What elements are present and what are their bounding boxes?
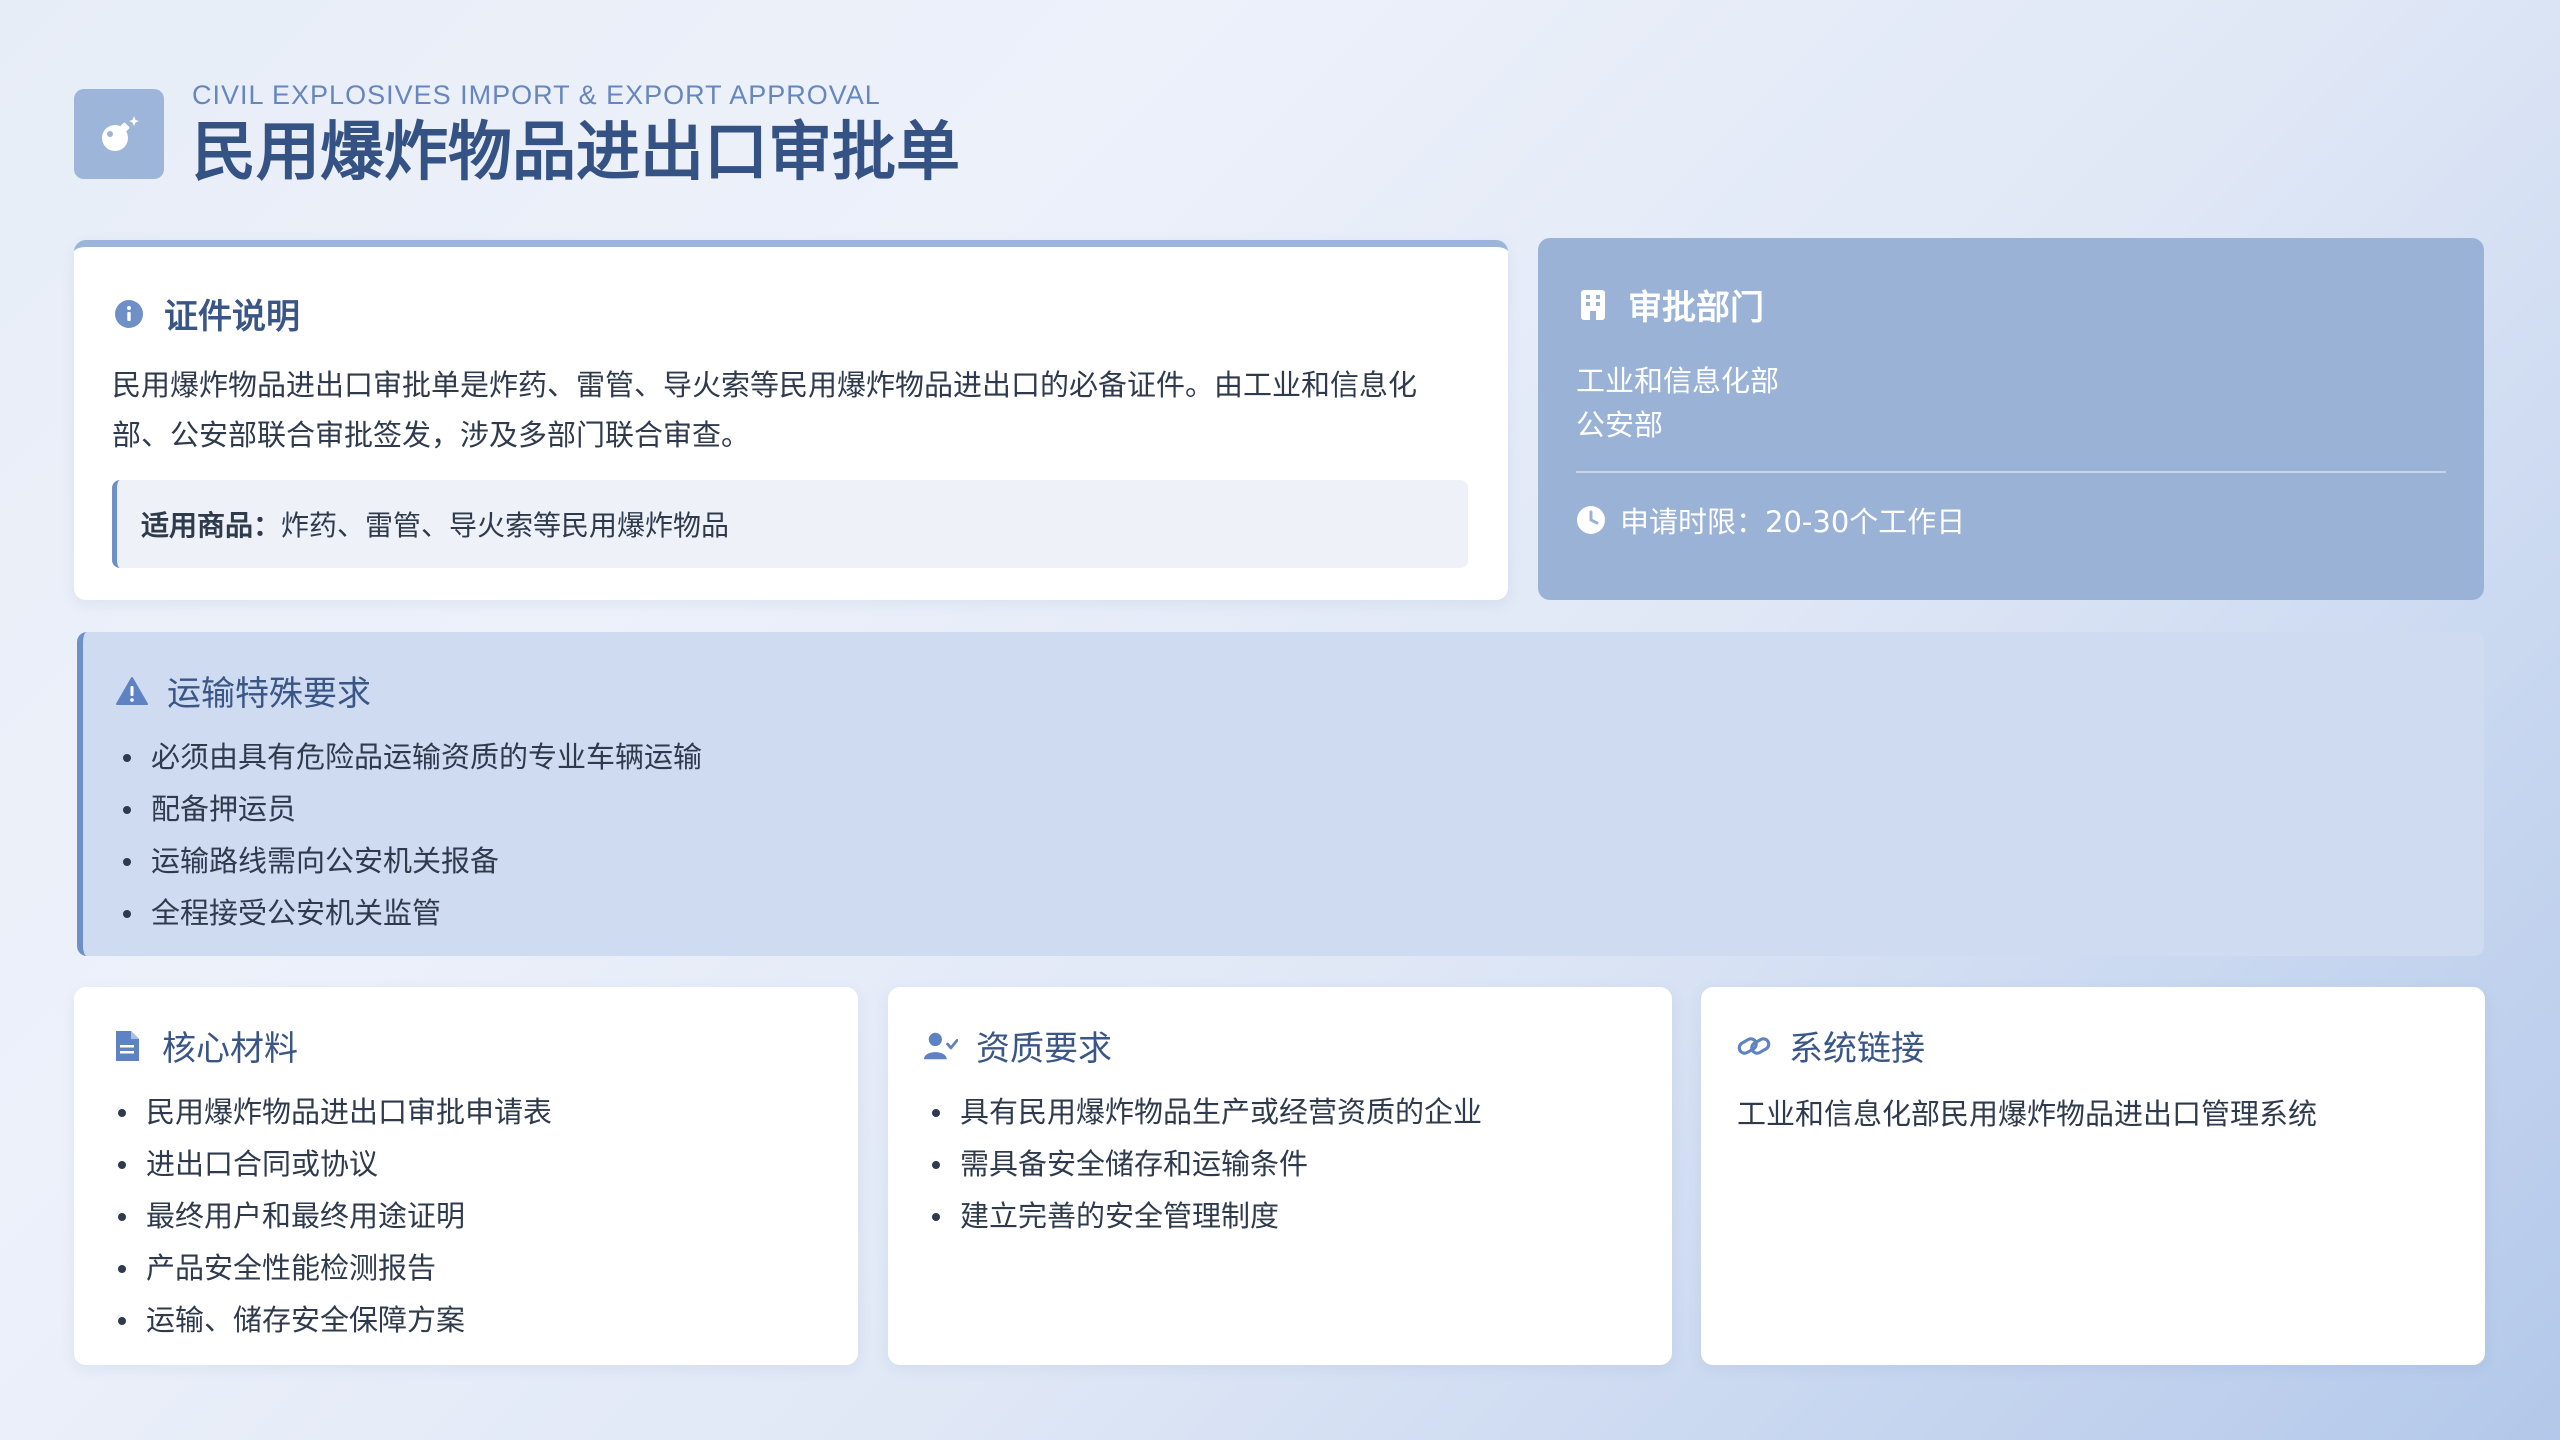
card-heading: 核心材料 — [110, 1021, 822, 1070]
card-heading: 系统链接 — [1737, 1021, 2449, 1070]
link-icon — [1737, 1029, 1771, 1063]
page-title: 民用爆炸物品进出口审批单 — [192, 116, 960, 190]
list-item: 民用爆炸物品进出口审批申请表 — [110, 1086, 822, 1138]
list-item: 具有民用爆炸物品生产或经营资质的企业 — [924, 1086, 1636, 1138]
list-item: 需具备安全储存和运输条件 — [924, 1138, 1636, 1190]
card-heading: 资质要求 — [924, 1021, 1636, 1070]
user-check-icon — [924, 1029, 958, 1063]
page-subtitle: CIVIL EXPLOSIVES IMPORT & EXPORT APPROVA… — [192, 80, 881, 110]
applicable-goods-box: 适用商品： 炸药、雷管、导火索等民用爆炸物品 — [112, 480, 1468, 568]
card-heading-text: 核心材料 — [162, 1029, 298, 1069]
card-heading-text: 运输特殊要求 — [167, 674, 371, 714]
transport-requirements-list: 必须由具有危险品运输资质的专业车辆运输 配备押运员 运输路线需向公安机关报备 全… — [115, 731, 2452, 939]
list-item: 运输路线需向公安机关报备 — [115, 835, 2452, 887]
bomb-icon — [102, 116, 139, 152]
card-heading: 审批部门 — [1576, 280, 2446, 329]
building-icon — [1576, 288, 1610, 322]
clock-icon — [1576, 505, 1606, 535]
department-name: 公安部 — [1576, 408, 1664, 442]
core-materials-list: 民用爆炸物品进出口审批申请表 进出口合同或协议 最终用户和最终用途证明 产品安全… — [110, 1086, 822, 1346]
card-heading: 证件说明 — [112, 289, 1470, 338]
description-paragraph: 民用爆炸物品进出口审批单是炸药、雷管、导火索等民用爆炸物品进出口的必备证件。由工… — [112, 368, 1418, 452]
core-materials-card: 核心材料 民用爆炸物品进出口审批申请表 进出口合同或协议 最终用户和最终用途证明… — [74, 987, 858, 1365]
card-heading-text: 系统链接 — [1789, 1029, 1925, 1069]
card-heading-text: 审批部门 — [1628, 288, 1764, 328]
system-link-text[interactable]: 工业和信息化部民用爆炸物品进出口管理系统 — [1737, 1092, 2449, 1136]
applicable-goods-label: 适用商品： — [141, 509, 282, 542]
certificate-description-card: 证件说明 民用爆炸物品进出口审批单是炸药、雷管、导火索等民用爆炸物品进出口的必备… — [74, 240, 1508, 600]
time-limit-value: 20-30个工作日 — [1765, 505, 1966, 539]
list-item: 运输、储存安全保障方案 — [110, 1294, 822, 1346]
list-item: 产品安全性能检测报告 — [110, 1242, 822, 1294]
transport-requirements-banner: 运输特殊要求 必须由具有危险品运输资质的专业车辆运输 配备押运员 运输路线需向公… — [77, 632, 2484, 956]
warning-icon — [115, 674, 149, 708]
qualification-requirements-list: 具有民用爆炸物品生产或经营资质的企业 需具备安全储存和运输条件 建立完善的安全管… — [924, 1086, 1636, 1242]
time-limit-label: 申请时限： — [1620, 505, 1766, 539]
list-item: 必须由具有危险品运输资质的专业车辆运输 — [115, 731, 2452, 783]
info-icon — [112, 297, 146, 331]
card-heading-text: 资质要求 — [976, 1029, 1112, 1069]
list-item: 建立完善的安全管理制度 — [924, 1190, 1636, 1242]
department-name: 工业和信息化部 — [1576, 364, 1780, 398]
card-heading-text: 证件说明 — [164, 297, 300, 337]
system-link-card: 系统链接 工业和信息化部民用爆炸物品进出口管理系统 — [1701, 987, 2485, 1365]
department-names: 工业和信息化部 公安部 — [1576, 359, 2446, 447]
application-time-limit: 申请时限： 20-30个工作日 — [1576, 499, 2446, 541]
list-item: 全程接受公安机关监管 — [115, 887, 2452, 939]
qualification-requirements-card: 资质要求 具有民用爆炸物品生产或经营资质的企业 需具备安全储存和运输条件 建立完… — [888, 987, 1672, 1365]
approval-department-card: 审批部门 工业和信息化部 公安部 申请时限： 20-30个工作日 — [1538, 238, 2484, 600]
document-icon — [110, 1029, 144, 1063]
list-item: 配备押运员 — [115, 783, 2452, 835]
card-heading: 运输特殊要求 — [115, 666, 2452, 715]
list-item: 进出口合同或协议 — [110, 1138, 822, 1190]
list-item: 最终用户和最终用途证明 — [110, 1190, 822, 1242]
applicable-goods-value: 炸药、雷管、导火索等民用爆炸物品 — [281, 509, 730, 542]
logo-badge — [74, 89, 164, 180]
divider — [1576, 471, 2446, 473]
page-header: CIVIL EXPLOSIVES IMPORT & EXPORT APPROVA… — [74, 78, 960, 191]
